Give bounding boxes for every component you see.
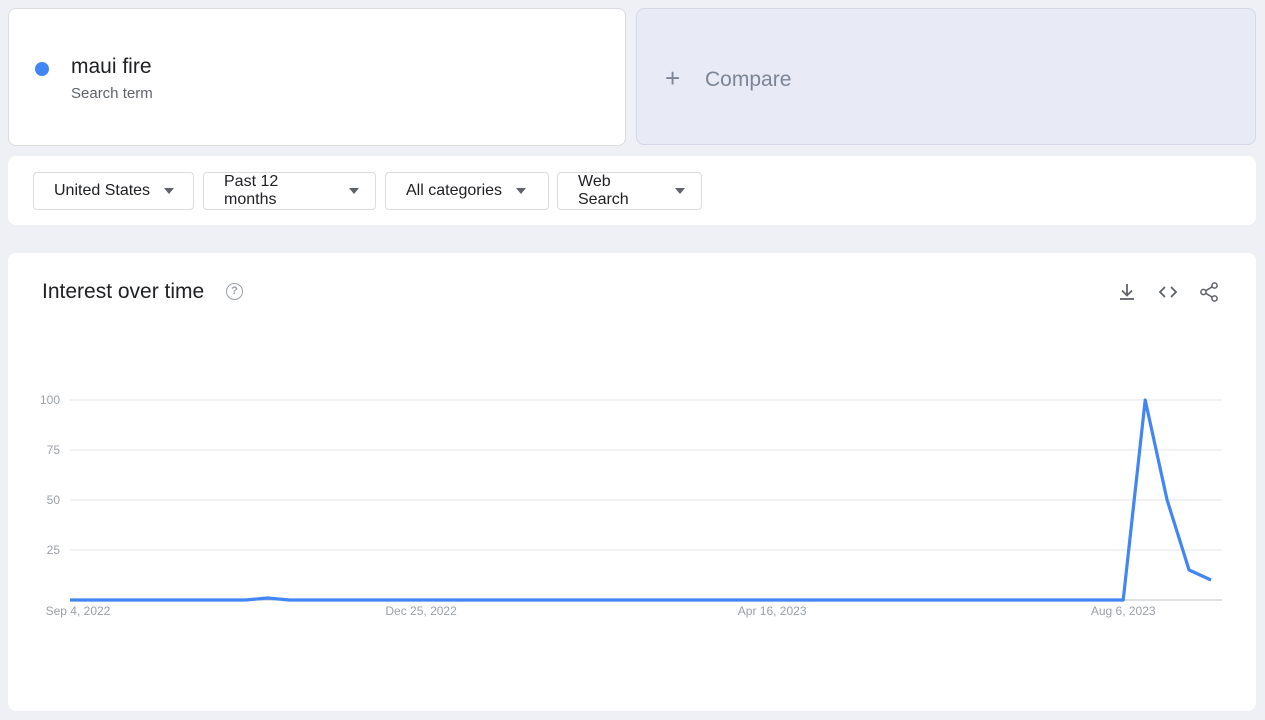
region-dropdown[interactable]: United States <box>33 172 194 210</box>
caret-down-icon <box>349 188 359 194</box>
category-dropdown[interactable]: All categories <box>385 172 549 210</box>
plus-icon: + <box>665 63 681 93</box>
caret-down-icon <box>675 188 685 194</box>
time-range-dropdown[interactable]: Past 12 months <box>203 172 376 210</box>
x-tick-label: Dec 25, 2022 <box>385 604 457 618</box>
time-range-dropdown-label: Past 12 months <box>224 173 279 208</box>
search-term-type: Search term <box>71 85 153 102</box>
caret-down-icon <box>164 188 175 194</box>
y-tick-label: 25 <box>47 543 61 557</box>
search-term-name[interactable]: maui fire <box>71 55 152 79</box>
search-term-card[interactable]: maui fire Search term <box>8 8 626 146</box>
region-dropdown-label: United States <box>54 182 151 199</box>
search-type-dropdown-label: Web Search <box>578 173 629 208</box>
search-type-dropdown[interactable]: Web Search <box>557 172 702 210</box>
compare-button[interactable]: + Compare <box>636 8 1256 145</box>
x-tick-label: Aug 6, 2023 <box>1091 604 1156 618</box>
interest-chart: 100 75 50 25 Sep 4, 2022 Dec 25, 2022 Apr 16,… <box>40 393 1222 618</box>
y-tick-label: 50 <box>47 493 61 507</box>
x-tick-label: Apr 16, 2023 <box>738 604 807 618</box>
y-tick-label: 75 <box>47 443 61 457</box>
interest-over-time-card: Interest over time ? 100 75 50 25 Sep 4, 20… <box>8 253 1256 711</box>
caret-down-icon <box>516 188 527 194</box>
y-tick-label: 100 <box>40 393 60 407</box>
compare-label: Compare <box>705 68 792 91</box>
filters-bar: United States Past 12 months All categor… <box>8 156 1256 225</box>
series-color-dot <box>35 62 49 76</box>
x-tick-label: Sep 4, 2022 <box>46 604 111 618</box>
category-dropdown-label: All categories <box>406 182 503 199</box>
